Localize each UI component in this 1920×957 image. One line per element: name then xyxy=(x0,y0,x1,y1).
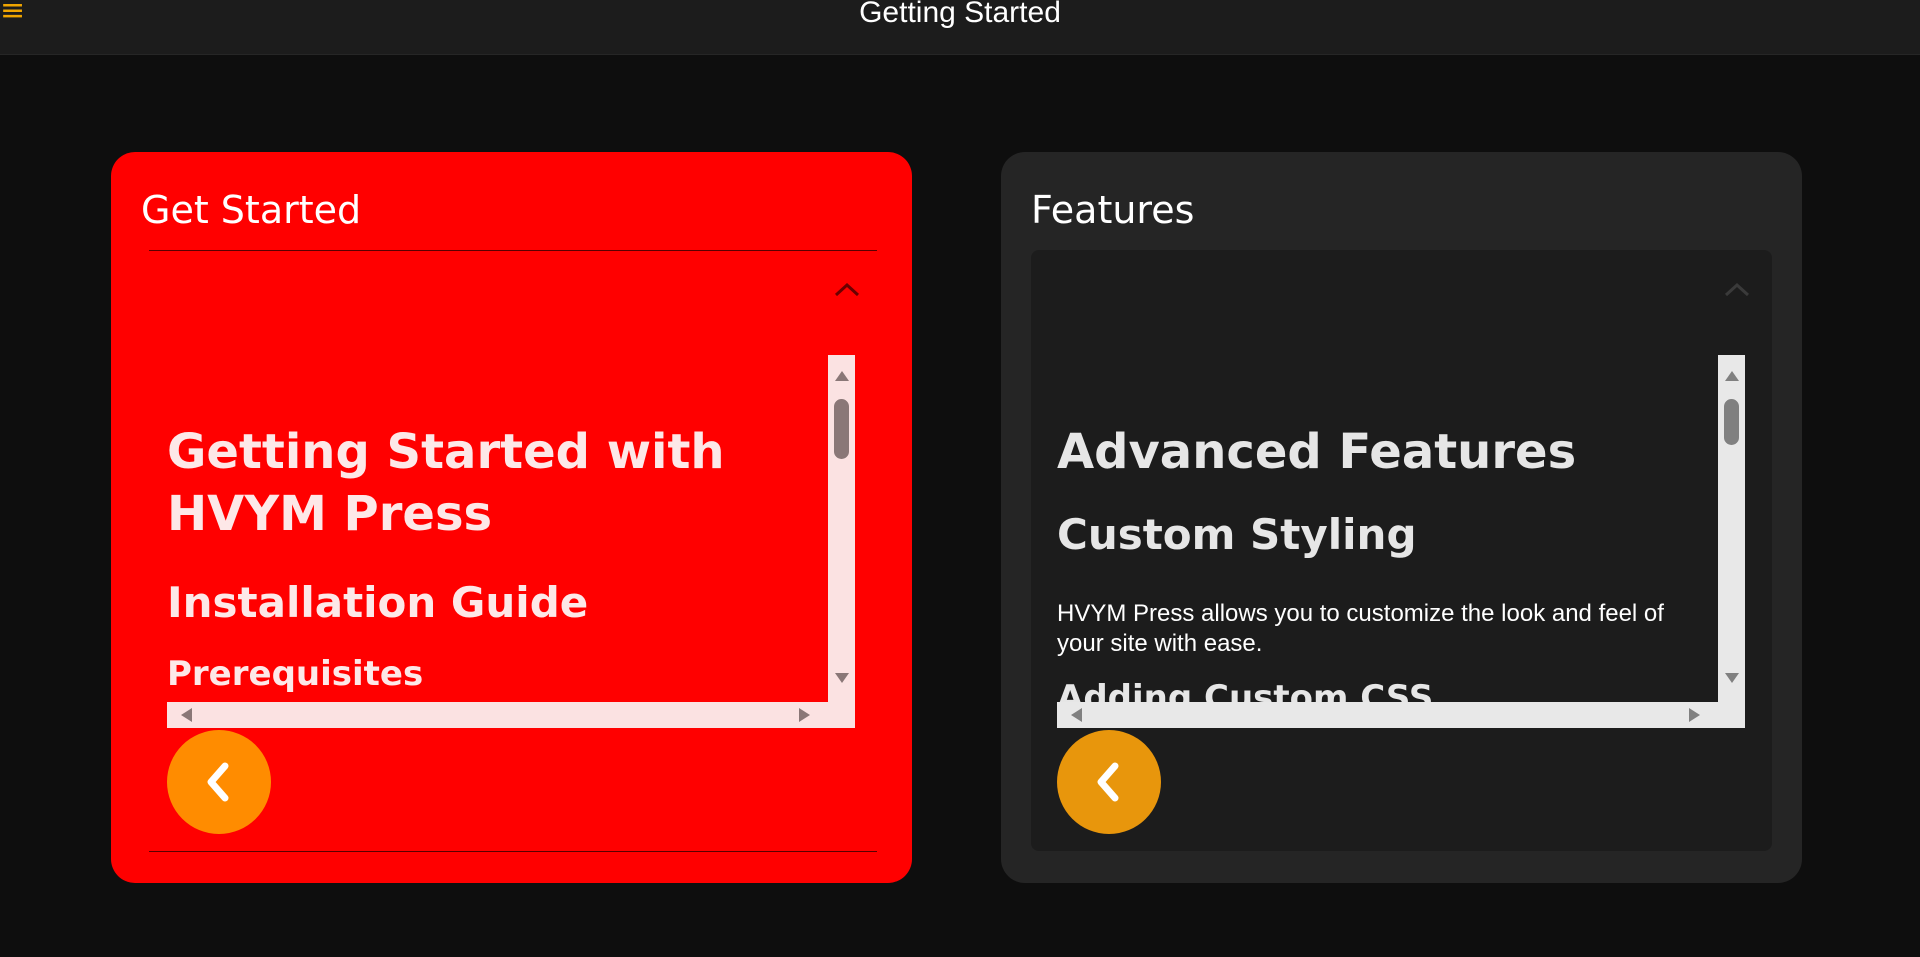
document-scroll-area[interactable]: Advanced Features Custom Styling HVYM Pr… xyxy=(1057,355,1718,702)
vertical-scroll-thumb[interactable] xyxy=(1724,399,1739,445)
features-card: Features Advanced Features Custom Stylin… xyxy=(1001,152,1802,883)
card-title: Get Started xyxy=(141,188,362,232)
page-title: Getting Started xyxy=(859,0,1061,29)
content-viewer: Getting Started with HVYM Press Installa… xyxy=(167,355,855,728)
scroll-up-arrow-icon[interactable] xyxy=(1725,371,1739,381)
scroll-down-arrow-icon[interactable] xyxy=(1725,673,1739,683)
doc-heading-3: Prerequisites xyxy=(167,654,424,694)
scroll-up-arrow-icon[interactable] xyxy=(835,371,849,381)
scroll-right-arrow-icon[interactable] xyxy=(1689,708,1700,722)
divider xyxy=(149,851,877,852)
scroll-left-arrow-icon[interactable] xyxy=(1071,708,1082,722)
card-title: Features xyxy=(1031,188,1195,232)
back-button[interactable] xyxy=(167,730,271,834)
vertical-scrollbar[interactable] xyxy=(828,355,855,702)
vertical-scroll-thumb[interactable] xyxy=(834,399,849,459)
chevron-left-icon xyxy=(207,762,229,802)
scroll-left-arrow-icon[interactable] xyxy=(181,708,192,722)
horizontal-scrollbar[interactable] xyxy=(1057,702,1745,728)
divider xyxy=(149,250,877,251)
horizontal-scrollbar[interactable] xyxy=(167,702,855,728)
doc-heading-3: Adding Custom CSS xyxy=(1057,678,1434,702)
document-scroll-area[interactable]: Getting Started with HVYM Press Installa… xyxy=(167,355,828,702)
doc-heading-2: Installation Guide xyxy=(167,578,589,627)
chevron-up-icon[interactable] xyxy=(1720,276,1754,302)
top-bar: ≡ Getting Started xyxy=(0,0,1920,55)
chevron-up-icon[interactable] xyxy=(830,276,864,302)
doc-heading-1: Advanced Features xyxy=(1057,424,1577,480)
content-viewer: Advanced Features Custom Styling HVYM Pr… xyxy=(1057,355,1745,728)
doc-paragraph: HVYM Press allows you to customize the l… xyxy=(1057,600,1664,657)
doc-heading-2: Custom Styling xyxy=(1057,510,1417,559)
vertical-scrollbar[interactable] xyxy=(1718,355,1745,702)
doc-heading-1: Getting Started with HVYM Press xyxy=(167,424,725,542)
chevron-left-icon xyxy=(1097,762,1119,802)
back-button[interactable] xyxy=(1057,730,1161,834)
get-started-card: Get Started Getting Started with HVYM Pr… xyxy=(111,152,912,883)
scroll-down-arrow-icon[interactable] xyxy=(835,673,849,683)
scroll-right-arrow-icon[interactable] xyxy=(799,708,810,722)
